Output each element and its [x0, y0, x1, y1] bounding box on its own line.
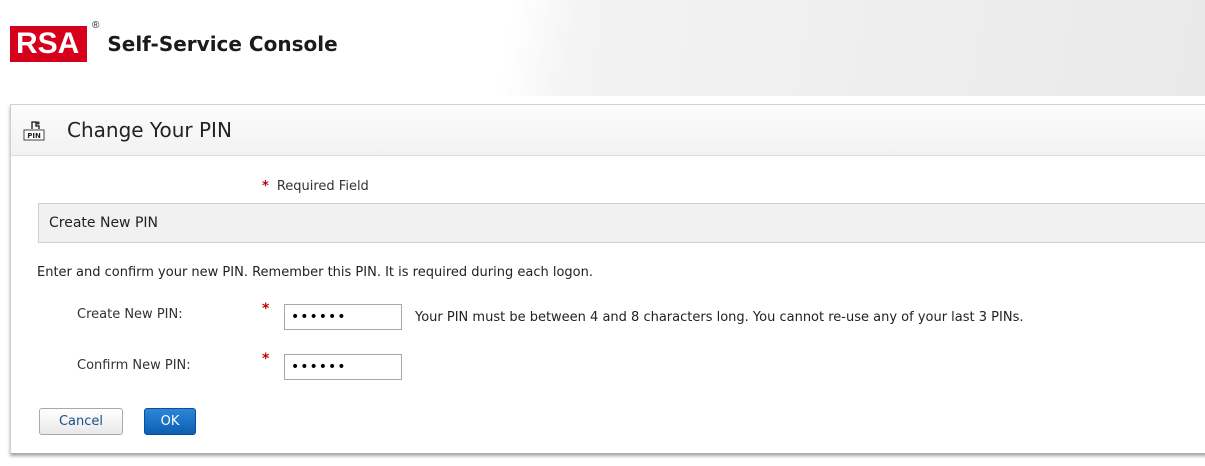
rsa-logo: RSA ® Self-Service Console: [10, 20, 338, 64]
registered-mark: ®: [91, 20, 100, 31]
svg-text:PIN: PIN: [27, 132, 41, 140]
panel-header: PIN Change Your PIN: [11, 105, 1205, 156]
instructions-text: Enter and confirm your new PIN. Remember…: [37, 265, 593, 280]
section-header: Create New PIN: [38, 203, 1205, 243]
required-field-note: * Required Field: [262, 179, 369, 194]
create-pin-label: Create New PIN:: [77, 307, 183, 322]
change-pin-panel: PIN Change Your PIN * Required Field Crea…: [10, 104, 1205, 453]
confirm-pin-input[interactable]: [284, 354, 402, 380]
page-title: Change Your PIN: [67, 118, 232, 142]
create-pin-input[interactable]: [284, 304, 402, 330]
create-pin-required-star: *: [262, 301, 270, 317]
header: RSA ® Self-Service Console: [0, 0, 1205, 96]
pin-icon: PIN: [23, 119, 45, 141]
required-star: *: [262, 179, 269, 194]
rsa-logo-text: RSA: [16, 27, 80, 60]
required-field-text: Required Field: [276, 179, 369, 194]
confirm-pin-label: Confirm New PIN:: [77, 358, 191, 373]
rsa-logo-mark: RSA ®: [10, 20, 99, 62]
console-title: Self-Service Console: [107, 32, 338, 56]
confirm-pin-required-star: *: [262, 351, 270, 367]
cancel-button[interactable]: Cancel: [39, 408, 123, 435]
section-title: Create New PIN: [49, 215, 158, 231]
ok-button[interactable]: OK: [144, 408, 196, 435]
pin-requirements-hint: Your PIN must be between 4 and 8 charact…: [415, 310, 1024, 325]
